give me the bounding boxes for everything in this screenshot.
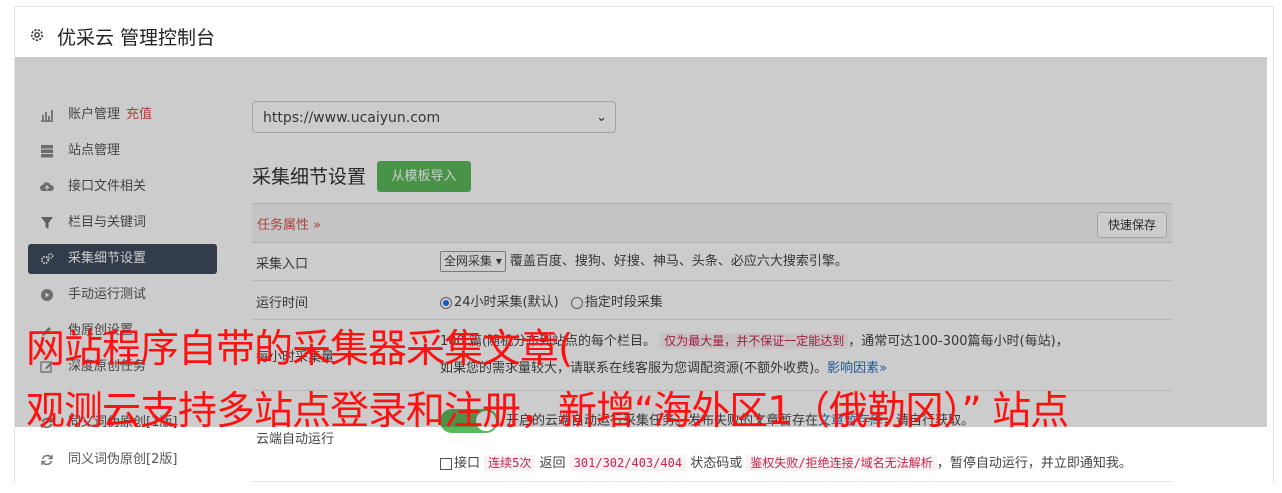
refresh-icon [41,454,53,466]
page-title: 优采云 管理控制台 [57,27,216,49]
cloud-notify-text-4: ，暂停自动运行，并立即通知我。 [936,456,1132,471]
panel-header: 优采云 管理控制台 [15,7,1271,64]
sidebar-item-synonym-v2[interactable]: 同义词伪原创[2版] [28,445,217,475]
overlay-caption-line1: 网站程序自带的采集器采集文章( [26,327,573,372]
sidebar-item-label: 同义词伪原创[2版] [68,452,178,467]
tag-consecutive: 连续5次 [484,455,536,471]
cloud-notify-text: 接口 [454,456,481,471]
row-value-cloud-line2: 接口 连续5次 返回 301/302/403/404 状态码或 鉴权失败/拒绝连… [440,452,1132,471]
tag-status-codes: 301/302/403/404 [569,455,687,471]
tag-auth-failures: 鉴权失败/拒绝连接/域名无法解析 [746,455,937,471]
gear-icon [31,29,43,41]
cloud-notify-text-3: 状态码或 [690,456,743,471]
overlay-caption-line2: 观测云支持多站点登录和注册，新增“海外区1（俄勒冈）” 站点 [26,389,1069,434]
cloud-notify-text-2: 返回 [539,456,566,471]
notify-checkbox[interactable] [440,457,452,470]
